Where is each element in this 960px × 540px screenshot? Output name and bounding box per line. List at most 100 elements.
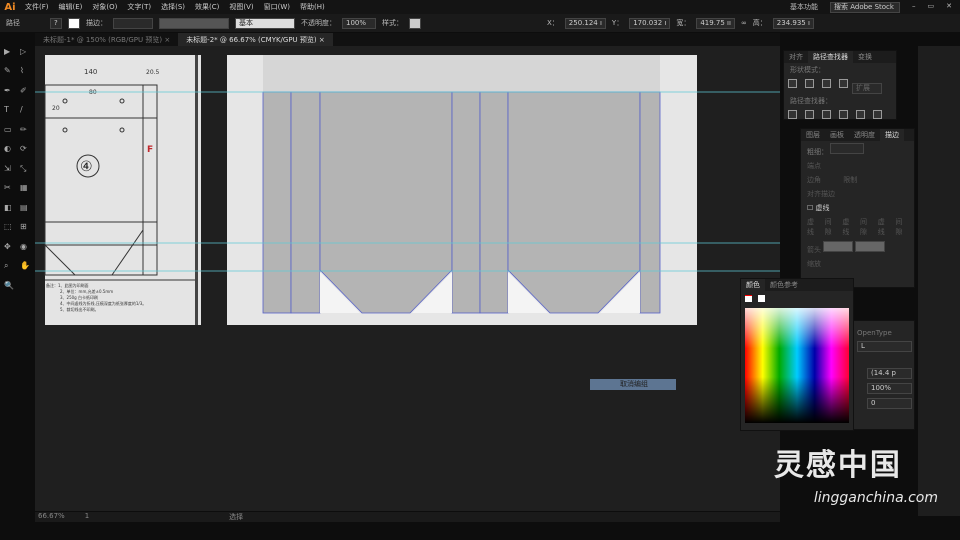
tool-icon[interactable]: / bbox=[20, 106, 29, 114]
stock-search-input[interactable]: 搜索 Adobe Stock bbox=[830, 1, 900, 13]
outline-button[interactable] bbox=[856, 110, 865, 119]
menu-item[interactable]: 文件(F) bbox=[25, 3, 49, 11]
close-tab-icon[interactable]: × bbox=[164, 36, 170, 44]
menu-item[interactable]: 选择(S) bbox=[161, 3, 185, 11]
tool-icon[interactable]: ▷ bbox=[20, 48, 29, 56]
app-logo: Ai bbox=[4, 1, 16, 13]
menu-item[interactable]: 帮助(H) bbox=[300, 3, 325, 11]
stroke-weight-field[interactable] bbox=[113, 17, 153, 29]
restore-button[interactable]: ▭ bbox=[928, 2, 935, 13]
tab-layers[interactable]: 图层 bbox=[801, 129, 825, 141]
menu-item[interactable]: 文字(T) bbox=[127, 3, 151, 11]
character-panel: OpenType L (14.4 p 100% 0 bbox=[850, 320, 915, 430]
menu-item[interactable]: 对象(O) bbox=[92, 3, 117, 11]
weight-field[interactable] bbox=[830, 143, 865, 154]
minimize-button[interactable]: – bbox=[912, 2, 916, 13]
merge-button[interactable] bbox=[822, 110, 831, 119]
font-style-select[interactable]: L bbox=[857, 341, 912, 352]
menu-item[interactable]: 编辑(E) bbox=[59, 3, 83, 11]
tool-icon[interactable]: ◉ bbox=[20, 242, 29, 251]
workspace-switcher[interactable]: 基本功能 bbox=[790, 2, 818, 13]
watermark: 灵感中国 lingganchina.com bbox=[774, 440, 938, 506]
brush-select[interactable]: 基本 bbox=[235, 17, 295, 29]
opentype-tab[interactable]: OpenType bbox=[851, 327, 914, 339]
dash-gap-field[interactable]: 间隙 bbox=[825, 217, 838, 237]
tool-icon[interactable]: ⊞ bbox=[20, 223, 29, 231]
menu-item[interactable]: 窗口(W) bbox=[264, 3, 290, 11]
tool-icon[interactable]: ⌕ bbox=[4, 262, 13, 270]
tool-icon[interactable]: ◧ bbox=[4, 203, 13, 212]
x-field[interactable]: 250.124 ı bbox=[564, 17, 606, 29]
variable-width-select[interactable] bbox=[159, 17, 229, 29]
tab-color-guide[interactable]: 颜色参考 bbox=[765, 279, 803, 291]
link-icon[interactable]: ∞ bbox=[741, 19, 747, 27]
tab-pathfinder[interactable]: 路径查找器 bbox=[808, 51, 853, 63]
minus-front-button[interactable] bbox=[805, 79, 814, 88]
opacity-field[interactable]: 100% bbox=[342, 17, 376, 29]
tab-color[interactable]: 颜色 bbox=[741, 279, 765, 291]
width-field[interactable]: 419.75 ıı bbox=[696, 17, 735, 29]
tool-icon[interactable]: ▤ bbox=[20, 203, 29, 212]
menu-item[interactable]: 效果(C) bbox=[195, 3, 219, 11]
close-button[interactable]: ✕ bbox=[946, 2, 952, 13]
tool-icon[interactable]: ⤡ bbox=[20, 164, 29, 173]
tool-icon[interactable]: ✎ bbox=[4, 67, 13, 75]
color-spectrum[interactable] bbox=[745, 308, 849, 423]
exclude-button[interactable] bbox=[839, 79, 848, 88]
tool-icon[interactable]: ▦ bbox=[20, 184, 29, 192]
tool-icon[interactable]: 🔍 bbox=[4, 281, 14, 290]
dash-gap-field[interactable]: 间隙 bbox=[860, 217, 873, 237]
dashed-line-checkbox[interactable]: 虚线 bbox=[816, 204, 830, 212]
tab-align[interactable]: 对齐 bbox=[784, 51, 808, 63]
intersect-button[interactable] bbox=[822, 79, 831, 88]
canvas[interactable]: 140 20.5 80 20 ④ F 备注：1、此图为印刷面 2、单位：mm,允… bbox=[35, 46, 780, 511]
tool-icon[interactable]: ⌇ bbox=[20, 67, 29, 75]
tool-icon[interactable]: ⬚ bbox=[4, 223, 13, 231]
height-field[interactable]: 234.935 ı bbox=[772, 17, 814, 29]
crop-button[interactable] bbox=[839, 110, 848, 119]
menu-item[interactable]: 视图(V) bbox=[229, 3, 253, 11]
tool-icon[interactable]: ✏ bbox=[20, 125, 29, 134]
tool-icon[interactable]: ◐ bbox=[4, 145, 13, 153]
tool-icon[interactable]: ⇲ bbox=[4, 164, 13, 173]
expand-button[interactable]: 扩展 bbox=[852, 83, 882, 94]
tool-icon[interactable]: ✋ bbox=[20, 262, 30, 270]
leading-field[interactable]: (14.4 p bbox=[867, 368, 912, 379]
trim-button[interactable] bbox=[805, 110, 814, 119]
artboard-select[interactable]: 1 bbox=[85, 512, 89, 522]
unite-button[interactable] bbox=[788, 79, 797, 88]
tracking-field[interactable]: 0 bbox=[867, 398, 912, 409]
tool-icon[interactable]: ✒ bbox=[4, 86, 13, 95]
tool-icon[interactable]: T bbox=[4, 106, 13, 114]
none-swatch[interactable] bbox=[745, 295, 752, 302]
tab-transform[interactable]: 变换 bbox=[853, 51, 877, 63]
y-label: Y： bbox=[611, 19, 624, 27]
tool-icon[interactable]: ▶ bbox=[4, 48, 13, 56]
stroke-swatch[interactable] bbox=[68, 17, 80, 29]
fill-swatch[interactable]: ? bbox=[50, 17, 62, 29]
opacity-label: 不透明度： bbox=[301, 19, 336, 27]
style-swatch[interactable] bbox=[409, 17, 421, 29]
divide-button[interactable] bbox=[788, 110, 797, 119]
tab-document-1[interactable]: 未标题-1* @ 150% (RGB/GPU 预览) × bbox=[35, 33, 178, 46]
dash-gap-field[interactable]: 虚线 bbox=[807, 217, 820, 237]
zoom-select[interactable]: 66.67% bbox=[38, 512, 65, 522]
tool-icon[interactable]: ✐ bbox=[20, 86, 29, 95]
tool-icon[interactable]: ▭ bbox=[4, 125, 13, 134]
vertical-scale-field[interactable]: 100% bbox=[867, 383, 912, 394]
tab-stroke[interactable]: 描边 bbox=[880, 129, 904, 141]
minus-back-button[interactable] bbox=[873, 110, 882, 119]
tool-icon[interactable]: ✥ bbox=[4, 242, 13, 251]
close-tab-icon[interactable]: × bbox=[319, 36, 325, 44]
tab-document-2[interactable]: 未标题-2* @ 66.67% (CMYK/GPU 预览) × bbox=[178, 33, 333, 46]
tools-panel: ▶ ▷ ✎ ⌇ ✒ ✐ T / ▭ ✏ ◐ ⟳ ⇲ ⤡ ✂ ▦ ◧ ▤ ⬚ ⊞ ✥ ◉ ⌕ ✋ 🔍 bbox=[0, 44, 35, 304]
white-swatch[interactable] bbox=[758, 295, 765, 302]
y-field[interactable]: 170.032 ı bbox=[629, 17, 671, 29]
dash-gap-field[interactable]: 间隙 bbox=[895, 217, 908, 237]
tool-icon[interactable]: ✂ bbox=[4, 184, 13, 192]
tool-icon[interactable]: ⟳ bbox=[20, 145, 29, 153]
dash-gap-field[interactable]: 虚线 bbox=[842, 217, 855, 237]
tab-artboards[interactable]: 画板 bbox=[825, 129, 849, 141]
tab-transparency[interactable]: 透明度 bbox=[849, 129, 880, 141]
dash-gap-field[interactable]: 虚线 bbox=[878, 217, 891, 237]
